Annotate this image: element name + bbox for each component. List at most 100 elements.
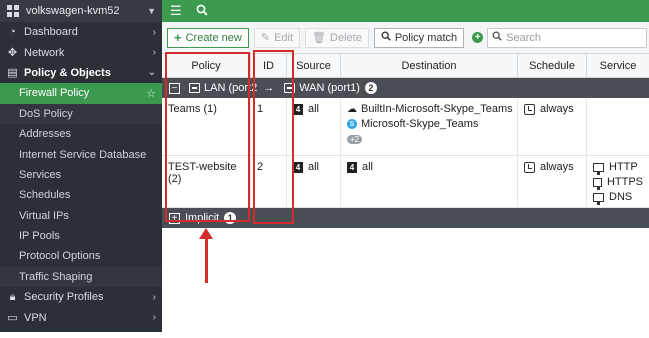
internet-service-object[interactable]: S Microsoft-Skype_Teams bbox=[347, 118, 511, 130]
column-header-service[interactable]: Service bbox=[587, 54, 649, 77]
column-header-schedule[interactable]: Schedule bbox=[518, 54, 587, 77]
sidebar-item-internet-service-database[interactable]: Internet Service Database bbox=[0, 144, 162, 164]
star-icon[interactable]: ☆ bbox=[146, 87, 156, 100]
sidebar-item-dos-policy[interactable]: DoS Policy bbox=[0, 103, 162, 124]
policy-id-cell: 2 bbox=[251, 156, 287, 207]
address-icon: 4 bbox=[347, 161, 357, 173]
destination-label: Microsoft-Skype_Teams bbox=[361, 118, 479, 130]
chevron-right-icon: › bbox=[152, 312, 156, 324]
column-header-policy[interactable]: Policy bbox=[162, 54, 251, 77]
implicit-section[interactable]: + Implicit 1 bbox=[162, 208, 649, 228]
service-label: DNS bbox=[609, 191, 633, 203]
delete-button[interactable]: 🗑︎ Delete bbox=[305, 27, 369, 48]
sidebar-item-label: VPN bbox=[24, 311, 47, 324]
sidebar-item-services[interactable]: Services bbox=[0, 165, 162, 185]
table-row[interactable]: TEST-website (2) 2 4 all 4 all always HT… bbox=[162, 156, 649, 208]
add-circle-icon[interactable]: + bbox=[472, 32, 484, 43]
group-destination-interface: WAN (port1) bbox=[299, 82, 360, 94]
search-input[interactable]: Search bbox=[487, 27, 648, 48]
clock-icon bbox=[524, 161, 535, 173]
sidebar-item-protocol-options[interactable]: Protocol Options bbox=[0, 246, 162, 266]
policy-match-label: Policy match bbox=[394, 31, 458, 44]
annotation-arrow bbox=[205, 236, 208, 283]
interface-pair-group[interactable]: − LAN (port2 → WAN (port1) 2 bbox=[162, 78, 649, 98]
address-object[interactable]: 4 all bbox=[293, 103, 334, 115]
sidebar-item-traffic-shaping[interactable]: Traffic Shaping bbox=[0, 266, 162, 288]
monitor-icon: ▭ bbox=[7, 312, 18, 325]
implicit-label: Implicit bbox=[185, 212, 220, 224]
service-label: HTTP bbox=[609, 161, 638, 173]
sidebar-item-vpn[interactable]: ▭ VPN › bbox=[0, 307, 162, 327]
destination-label: BuiltIn-Microsoft-Skype_Teams bbox=[361, 103, 513, 115]
sidebar-item-label: Policy & Objects bbox=[24, 66, 111, 79]
service-object[interactable]: HTTP bbox=[593, 161, 643, 175]
collapse-icon[interactable]: − bbox=[169, 82, 180, 94]
sidebar-item-label: Services bbox=[19, 168, 62, 181]
sidebar-item-label: Internet Service Database bbox=[19, 148, 147, 161]
search-icon bbox=[492, 31, 502, 44]
sidebar-item-ip-pools[interactable]: IP Pools bbox=[0, 226, 162, 246]
schedule-object[interactable]: always bbox=[524, 161, 580, 173]
port-icon bbox=[284, 83, 296, 93]
sidebar-item-label: Network bbox=[24, 46, 65, 59]
arrow-right-icon: → bbox=[263, 82, 275, 94]
policy-name-cell: Teams (1) bbox=[162, 98, 251, 155]
service-cell bbox=[587, 98, 649, 155]
sidebar-item-schedules[interactable]: Schedules bbox=[0, 185, 162, 205]
group-source-interface: LAN (port2 bbox=[204, 82, 258, 94]
column-header-id[interactable]: ID bbox=[251, 54, 287, 77]
policy-match-button[interactable]: Policy match bbox=[373, 27, 465, 48]
column-header-source[interactable]: Source bbox=[287, 54, 341, 77]
top-bar: ☰ bbox=[162, 0, 649, 22]
edit-label: Edit bbox=[274, 31, 294, 44]
expand-icon[interactable]: + bbox=[169, 212, 180, 224]
internet-service-object[interactable]: ☁ BuiltIn-Microsoft-Skype_Teams bbox=[347, 103, 513, 115]
device-selector[interactable]: volkswagen-kvm52 ▼ bbox=[0, 0, 162, 22]
sidebar-item-firewall-policy[interactable]: Firewall Policy ☆ bbox=[0, 83, 162, 104]
sidebar-item-virtual-ips[interactable]: Virtual IPs bbox=[0, 206, 162, 226]
toolbar: + Create new ✎ Edit 🗑︎ Delete Policy mat… bbox=[162, 22, 649, 54]
more-items-badge[interactable]: +2 bbox=[347, 135, 363, 144]
clock-icon bbox=[524, 103, 535, 115]
destination-cell: 4 all bbox=[341, 156, 518, 207]
device-name: volkswagen-kvm52 bbox=[26, 5, 120, 17]
sidebar: volkswagen-kvm52 ▼ ◔ Dashboard › ✥ Netwo… bbox=[0, 0, 162, 332]
address-icon: 4 bbox=[293, 103, 303, 115]
create-new-label: Create new bbox=[185, 31, 242, 44]
schedule-label: always bbox=[540, 103, 574, 115]
search-icon[interactable] bbox=[196, 4, 208, 19]
address-object[interactable]: 4 all bbox=[293, 161, 334, 173]
chevron-right-icon: › bbox=[152, 47, 156, 59]
fortigate-logo-icon bbox=[6, 4, 20, 18]
create-new-button[interactable]: + Create new bbox=[167, 27, 249, 48]
service-label: HTTPS bbox=[606, 176, 643, 188]
table-row[interactable]: Teams (1) 1 4 all ☁ BuiltIn-Microsoft-Sk… bbox=[162, 98, 649, 156]
sidebar-item-policy-objects[interactable]: ▤ Policy & Objects ⌄ bbox=[0, 63, 162, 83]
plus-icon: + bbox=[174, 30, 182, 45]
hamburger-menu-icon[interactable]: ☰ bbox=[170, 3, 182, 19]
sidebar-item-dashboard[interactable]: ◔ Dashboard › bbox=[0, 22, 162, 42]
trash-icon: 🗑︎ bbox=[312, 32, 327, 44]
policy-name-cell: TEST-website (2) bbox=[162, 156, 251, 207]
source-cell: 4 all bbox=[287, 98, 341, 155]
source-label: all bbox=[308, 161, 320, 173]
sidebar-item-addresses[interactable]: Addresses bbox=[0, 124, 162, 144]
policy-id-cell: 1 bbox=[251, 98, 287, 155]
empty-area bbox=[162, 228, 649, 338]
lock-icon: 🔒︎ bbox=[9, 290, 16, 303]
schedule-cell: always bbox=[518, 98, 587, 155]
search-placeholder: Search bbox=[506, 31, 542, 44]
schedule-label: always bbox=[540, 161, 574, 173]
service-icon bbox=[593, 162, 604, 175]
chevron-right-icon: › bbox=[152, 291, 156, 303]
schedule-object[interactable]: always bbox=[524, 103, 580, 115]
sidebar-item-network[interactable]: ✥ Network › bbox=[0, 42, 162, 62]
address-icon: 4 bbox=[293, 161, 303, 173]
edit-button[interactable]: ✎ Edit bbox=[253, 27, 301, 48]
service-object[interactable]: HTTPS bbox=[593, 176, 643, 190]
destination-label: all bbox=[362, 161, 374, 173]
column-header-destination[interactable]: Destination bbox=[341, 54, 518, 77]
sidebar-item-security-profiles[interactable]: 🔒︎ Security Profiles › bbox=[0, 287, 162, 307]
address-object[interactable]: 4 all bbox=[347, 161, 511, 173]
service-object[interactable]: DNS bbox=[593, 191, 643, 205]
